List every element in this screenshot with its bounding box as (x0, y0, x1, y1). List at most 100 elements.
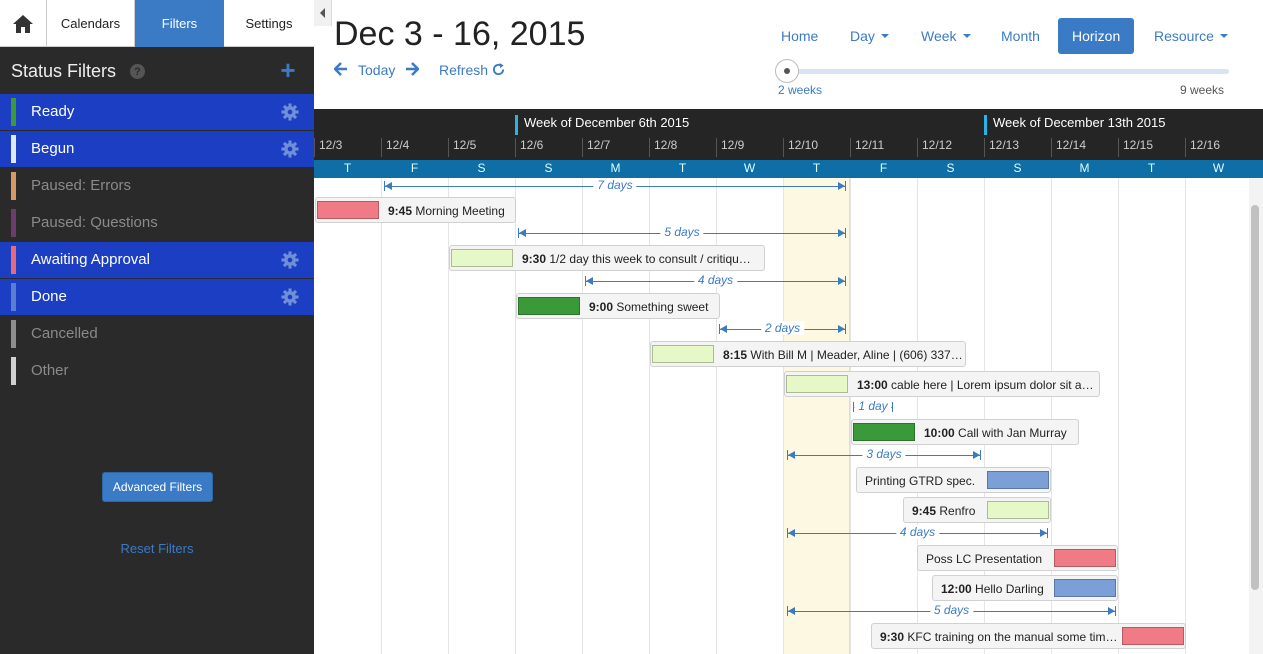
duration-span: 3 days (787, 447, 981, 462)
nav-month-label: Month (1001, 28, 1040, 44)
event-bar[interactable]: 9:30 KFC training on the manual some tim… (871, 623, 1186, 649)
day-label: T (678, 161, 687, 175)
date-label: 12/4 (381, 138, 409, 157)
event-text: Poss LC Presentation (926, 552, 1042, 566)
duration-label: 2 days (760, 321, 805, 335)
day-label: W (743, 161, 756, 175)
gear-icon[interactable] (281, 140, 299, 158)
tab-home[interactable] (0, 0, 47, 47)
event-bar[interactable]: Printing GTRD spec. (856, 467, 1051, 493)
help-icon[interactable]: ? (130, 64, 145, 79)
event-text: 9:45 Renfro (912, 504, 975, 518)
filter-label: Cancelled (31, 325, 98, 342)
filter-other[interactable]: Other (0, 353, 314, 389)
event-status-swatch (987, 471, 1049, 489)
event-time: 13:00 (857, 378, 888, 392)
horizon-slider-handle[interactable] (775, 59, 799, 83)
event-text: 8:15 With Bill M | Meader, Aline | (606)… (723, 348, 963, 362)
filter-begun[interactable]: Begun (0, 131, 314, 167)
filter-label: Paused: Errors (31, 177, 132, 194)
event-text: 9:30 KFC training on the manual some tim… (880, 630, 1117, 644)
prev-button[interactable] (333, 62, 348, 79)
event-text: 9:00 Something sweet (589, 300, 708, 314)
nav-resource[interactable]: Resource (1140, 18, 1242, 54)
event-text: 13:00 cable here | Lorem ipsum dolor sit… (857, 378, 1094, 392)
nav-week[interactable]: Week (907, 18, 985, 54)
caret-down-icon (880, 34, 889, 38)
horizon-slider-track[interactable] (787, 69, 1229, 74)
event-title: Something sweet (616, 300, 709, 314)
filter-cancelled[interactable]: Cancelled (0, 316, 314, 352)
date-label: 12/11 (850, 138, 884, 157)
event-title: Printing GTRD spec. (865, 474, 976, 488)
date-label: 12/10 (783, 138, 818, 157)
tab-settings[interactable]: Settings (224, 0, 314, 47)
day-label: F (879, 161, 888, 175)
filter-done[interactable]: Done (0, 279, 314, 315)
duration-span: 4 days (787, 525, 1048, 540)
day-label: S (477, 161, 486, 175)
event-text: 9:30 1/2 day this week to consult / crit… (522, 252, 751, 266)
event-bar[interactable]: 12:00 Hello Darling (932, 575, 1118, 601)
nav-month[interactable]: Month (987, 18, 1054, 54)
event-title: With Bill M | Meader, Aline | (606) 337… (750, 348, 963, 362)
status-color-bar (11, 172, 16, 200)
event-status-swatch (317, 201, 379, 219)
filter-paused-errors[interactable]: Paused: Errors (0, 168, 314, 204)
event-title: KFC training on the manual some tim… (907, 630, 1118, 644)
filter-label: Begun (31, 140, 75, 157)
grid-line (1185, 178, 1186, 654)
collapse-sidebar-button[interactable] (314, 0, 332, 26)
next-button[interactable] (405, 62, 420, 79)
event-text: 10:00 Call with Jan Murray (924, 426, 1067, 440)
scrollbar-thumb[interactable] (1251, 205, 1259, 590)
duration-label: 7 days (593, 178, 637, 192)
event-title: Call with Jan Murray (958, 426, 1067, 440)
event-bar[interactable]: 9:45 Morning Meeting (315, 197, 516, 223)
event-status-swatch (853, 423, 915, 441)
nav-horizon[interactable]: Horizon (1058, 18, 1135, 54)
tab-filters[interactable]: Filters (135, 0, 224, 47)
filter-ready[interactable]: Ready (0, 94, 314, 130)
event-text: Printing GTRD spec. (865, 474, 975, 488)
duration-label: 5 days (660, 225, 704, 239)
date-label: 12/15 (1118, 138, 1153, 157)
date-label: 12/5 (448, 138, 476, 157)
filter-label: Paused: Questions (31, 214, 158, 231)
date-label: 12/12 (917, 138, 952, 157)
event-status-swatch (652, 345, 714, 363)
nav-home[interactable]: Home (767, 18, 832, 54)
add-icon[interactable]: + (278, 57, 298, 83)
event-bar[interactable]: 10:00 Call with Jan Murray (851, 419, 1079, 445)
today-button[interactable]: Today (358, 62, 395, 78)
reset-filters-link[interactable]: Reset Filters (0, 541, 314, 556)
event-status-swatch (1054, 579, 1116, 597)
refresh-button[interactable]: Refresh (439, 62, 505, 78)
sidebar-tabs: Calendars Filters Settings (0, 0, 314, 47)
gear-icon[interactable] (281, 103, 299, 121)
day-label: S (1013, 161, 1022, 175)
chevron-left-icon (320, 8, 325, 18)
advanced-filters-button[interactable]: Advanced Filters (102, 472, 213, 502)
event-bar[interactable]: Poss LC Presentation (917, 545, 1118, 571)
day-label: T (1147, 161, 1156, 175)
gear-icon[interactable] (281, 288, 299, 306)
event-bar[interactable]: 13:00 cable here | Lorem ipsum dolor sit… (784, 371, 1100, 397)
filter-awaiting-approval[interactable]: Awaiting Approval (0, 242, 314, 278)
event-title: cable here | Lorem ipsum dolor sit a… (891, 378, 1094, 392)
tab-calendars[interactable]: Calendars (47, 0, 135, 47)
grid-line (917, 178, 918, 654)
filter-paused-questions[interactable]: Paused: Questions (0, 205, 314, 241)
event-bar[interactable]: 9:30 1/2 day this week to consult / crit… (449, 245, 765, 271)
date-label: 12/7 (582, 138, 610, 157)
event-bar[interactable]: 9:45 Renfro (903, 497, 1051, 523)
today-column (783, 178, 850, 654)
nav-day[interactable]: Day (836, 18, 903, 54)
day-label: T (812, 161, 821, 175)
event-bar[interactable]: 9:00 Something sweet (516, 293, 720, 319)
duration-label: 4 days (895, 525, 940, 539)
event-bar[interactable]: 8:15 With Bill M | Meader, Aline | (606)… (650, 341, 966, 367)
nav-week-label: Week (921, 28, 957, 44)
date-label: 12/16 (1185, 138, 1220, 157)
gear-icon[interactable] (281, 251, 299, 269)
